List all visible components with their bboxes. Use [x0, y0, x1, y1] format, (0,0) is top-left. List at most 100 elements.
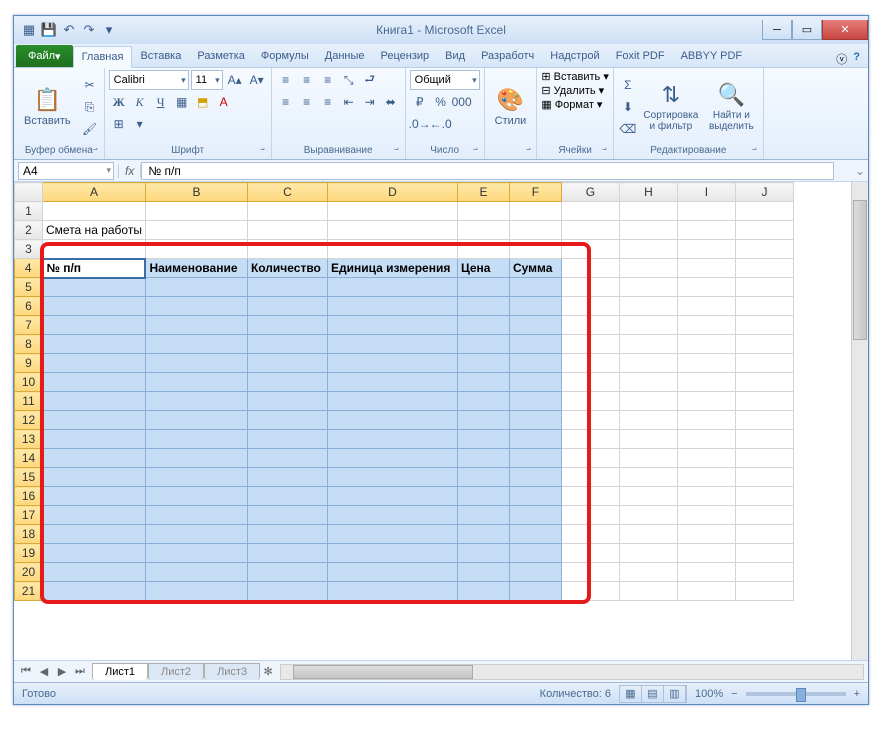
cell[interactable] — [247, 221, 327, 240]
comma-icon[interactable]: 000 — [452, 92, 472, 112]
align-right-icon[interactable]: ≡ — [318, 92, 338, 112]
cell[interactable] — [561, 297, 619, 316]
cell[interactable] — [677, 468, 735, 487]
column-header[interactable]: J — [735, 183, 793, 202]
row-header[interactable]: 7 — [15, 316, 43, 335]
sheet-nav-last-icon[interactable]: ⏭ — [72, 665, 88, 678]
cell[interactable] — [735, 240, 793, 259]
cell[interactable] — [677, 240, 735, 259]
column-header[interactable]: H — [619, 183, 677, 202]
cell[interactable] — [619, 373, 677, 392]
cell[interactable] — [509, 411, 561, 430]
row-header[interactable]: 2 — [15, 221, 43, 240]
new-sheet-icon[interactable]: ✻ — [260, 665, 276, 678]
cell[interactable] — [43, 316, 146, 335]
maximize-button[interactable]: ▭ — [792, 20, 822, 40]
cell[interactable] — [561, 430, 619, 449]
cell[interactable] — [457, 449, 509, 468]
cell[interactable] — [145, 297, 247, 316]
cell[interactable] — [327, 373, 457, 392]
cell[interactable] — [247, 525, 327, 544]
align-middle-icon[interactable]: ≡ — [297, 70, 317, 90]
cell[interactable] — [43, 278, 146, 297]
cell[interactable] — [509, 525, 561, 544]
cell[interactable] — [327, 487, 457, 506]
cell[interactable] — [43, 411, 146, 430]
cell[interactable] — [509, 335, 561, 354]
wrap-text-icon[interactable]: ⮐ — [360, 70, 380, 90]
cell[interactable] — [145, 506, 247, 525]
minimize-button[interactable]: ─ — [762, 20, 792, 40]
increase-font-icon[interactable]: A▴ — [225, 70, 245, 90]
cell[interactable] — [43, 506, 146, 525]
cell[interactable] — [619, 411, 677, 430]
cell[interactable] — [735, 449, 793, 468]
cell[interactable] — [327, 240, 457, 259]
cell[interactable] — [677, 487, 735, 506]
row-header[interactable]: 3 — [15, 240, 43, 259]
cell[interactable] — [619, 468, 677, 487]
cell[interactable] — [457, 468, 509, 487]
cell[interactable] — [561, 221, 619, 240]
cell[interactable]: Наименование — [145, 259, 247, 278]
zoom-out-icon[interactable]: − — [731, 688, 737, 700]
cell[interactable] — [327, 202, 457, 221]
column-header[interactable]: C — [247, 183, 327, 202]
increase-decimal-icon[interactable]: .0→ — [410, 114, 430, 134]
cell[interactable] — [457, 525, 509, 544]
merge-icon[interactable]: ⬌ — [381, 92, 401, 112]
cell[interactable] — [619, 221, 677, 240]
align-top-icon[interactable]: ≡ — [276, 70, 296, 90]
cell[interactable] — [509, 202, 561, 221]
cell[interactable] — [43, 430, 146, 449]
row-header[interactable]: 9 — [15, 354, 43, 373]
cell[interactable] — [509, 582, 561, 601]
cell[interactable] — [735, 202, 793, 221]
align-left-icon[interactable]: ≡ — [276, 92, 296, 112]
ribbon-tab[interactable]: ABBYY PDF — [673, 46, 751, 67]
column-header[interactable]: B — [145, 183, 247, 202]
cell[interactable] — [677, 202, 735, 221]
cell[interactable] — [677, 544, 735, 563]
column-header[interactable]: E — [457, 183, 509, 202]
cell[interactable] — [509, 506, 561, 525]
cell[interactable] — [735, 544, 793, 563]
sheet-tab[interactable]: Лист3 — [204, 663, 260, 680]
cell[interactable] — [43, 354, 146, 373]
cell[interactable] — [327, 430, 457, 449]
cell[interactable] — [735, 468, 793, 487]
cell[interactable] — [457, 373, 509, 392]
clear-icon[interactable]: ⌫ — [618, 119, 638, 139]
cell[interactable] — [247, 430, 327, 449]
row-header[interactable]: 11 — [15, 392, 43, 411]
cell[interactable] — [677, 354, 735, 373]
cell[interactable] — [145, 278, 247, 297]
cell[interactable] — [735, 221, 793, 240]
cell[interactable] — [457, 297, 509, 316]
cell[interactable] — [43, 392, 146, 411]
cell[interactable] — [619, 202, 677, 221]
cell[interactable] — [457, 392, 509, 411]
cell[interactable] — [561, 240, 619, 259]
cell[interactable] — [457, 544, 509, 563]
cut-icon[interactable]: ✂ — [80, 75, 100, 95]
cell[interactable] — [145, 354, 247, 373]
font-color-button[interactable]: A — [214, 92, 234, 112]
cell[interactable] — [619, 487, 677, 506]
ribbon-tab[interactable]: Разработч — [473, 46, 542, 67]
cell[interactable] — [457, 430, 509, 449]
format-cells-button[interactable]: ▦ Формат ▾ — [541, 98, 609, 111]
cell[interactable] — [327, 354, 457, 373]
cell[interactable] — [561, 373, 619, 392]
cell[interactable] — [619, 259, 677, 278]
cell[interactable] — [619, 430, 677, 449]
cell[interactable] — [561, 563, 619, 582]
row-header[interactable]: 20 — [15, 563, 43, 582]
ribbon-tab[interactable]: Данные — [317, 46, 373, 67]
zoom-level[interactable]: 100% — [695, 688, 723, 700]
ribbon-tab[interactable]: Главная — [73, 46, 133, 68]
cell[interactable] — [677, 335, 735, 354]
cell[interactable] — [619, 563, 677, 582]
border-button[interactable]: ▦ — [172, 92, 192, 112]
cell[interactable] — [509, 392, 561, 411]
